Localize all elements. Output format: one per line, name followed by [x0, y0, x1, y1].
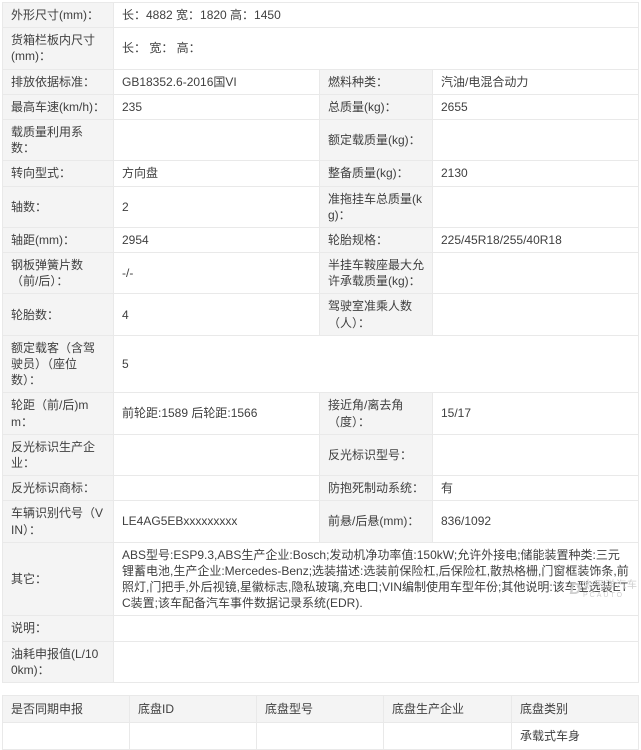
spec-label: 车辆识别代号（VIN）：	[2, 500, 114, 543]
spec-value	[432, 433, 639, 477]
spec-value: GB18352.6-2016国VI	[113, 68, 320, 95]
spec-value: 有	[432, 475, 639, 502]
chassis-column-header: 底盘生产企业	[383, 695, 512, 723]
spec-value: 836/1092	[432, 500, 639, 543]
spec-value	[113, 433, 320, 477]
watermark-subtext: PCAUTO	[583, 592, 625, 599]
pcauto-logo-icon: D	[569, 581, 581, 598]
spec-row: 外形尺寸(mm)： 长：4882 宽：1820 高：1450	[2, 1, 639, 29]
watermark-text: 太平洋汽车	[583, 580, 638, 591]
spec-label: 驾驶室准乘人数（人）：	[319, 293, 433, 336]
spec-label: 排放依据标准：	[2, 68, 114, 95]
spec-value: 长：4882 宽：1820 高：1450	[113, 1, 639, 29]
spec-label: 外形尺寸(mm)：	[2, 1, 114, 29]
chassis-table: 是否同期申报 底盘ID 底盘型号 底盘生产企业 底盘类别 承载式车身	[2, 695, 639, 750]
spec-value	[432, 118, 639, 162]
spec-label: 反光标识生产企业：	[2, 433, 114, 477]
chassis-data-row: 承载式车身	[2, 722, 639, 750]
spec-value	[113, 118, 320, 162]
chassis-column-header: 底盘型号	[256, 695, 384, 723]
spec-value	[113, 475, 320, 502]
spec-value: 2954	[113, 226, 320, 254]
spec-row: 轮胎数： 4 驾驶室准乘人数（人）：	[2, 293, 639, 336]
spec-label: 轴距(mm)：	[2, 226, 114, 254]
spec-value: 2	[113, 185, 320, 228]
spec-row: 货箱栏板内尺寸(mm)： 长： 宽： 高：	[2, 27, 639, 70]
spec-label: 轮胎规格：	[319, 226, 433, 254]
spec-label: 总质量(kg)：	[319, 93, 433, 120]
spec-row: 钢板弹簧片数（前/后）： -/- 半挂车鞍座最大允许承载质量(kg)：	[2, 252, 639, 295]
spec-label: 钢板弹簧片数（前/后）：	[2, 252, 114, 295]
spec-label: 反光标识商标：	[2, 475, 114, 502]
spec-value	[113, 615, 639, 642]
spec-label: 载质量利用系数：	[2, 118, 114, 162]
spec-label: 转向型式：	[2, 160, 114, 187]
spec-value	[432, 252, 639, 295]
chassis-cell	[129, 722, 257, 750]
spec-label: 反光标识型号：	[319, 433, 433, 477]
spec-row: 轴距(mm)： 2954 轮胎规格： 225/45R18/255/40R18	[2, 226, 639, 254]
chassis-column-header: 底盘类别	[511, 695, 639, 723]
spec-label: 半挂车鞍座最大允许承载质量(kg)：	[319, 252, 433, 295]
spec-value: 汽油/电混合动力	[432, 68, 639, 95]
spec-label: 准拖挂车总质量(kg)：	[319, 185, 433, 228]
spec-label: 接近角/离去角（度）：	[319, 392, 433, 435]
spec-label: 额定载客（含驾驶员）（座位数）：	[2, 334, 114, 394]
spec-value: 15/17	[432, 392, 639, 435]
spec-value	[432, 293, 639, 336]
spec-row: 轴数： 2 准拖挂车总质量(kg)：	[2, 185, 639, 228]
chassis-cell: 承载式车身	[511, 722, 639, 750]
spec-label: 轮距（前/后)mm：	[2, 392, 114, 435]
spec-label: 最高车速(km/h)：	[2, 93, 114, 120]
spec-label: 轮胎数：	[2, 293, 114, 336]
spec-row: 油耗申报值(L/100km)：	[2, 640, 639, 684]
spec-value: 2130	[432, 160, 639, 187]
spec-row: 额定载客（含驾驶员）（座位数）： 5	[2, 334, 639, 394]
spec-label: 整备质量(kg)：	[319, 160, 433, 187]
spec-row: 载质量利用系数： 额定载质量(kg)：	[2, 118, 639, 162]
spec-row: 说明：	[2, 615, 639, 642]
spec-label: 轴数：	[2, 185, 114, 228]
chassis-column-header: 是否同期申报	[2, 695, 130, 723]
chassis-column-header: 底盘ID	[129, 695, 257, 723]
vehicle-spec-table: 外形尺寸(mm)： 长：4882 宽：1820 高：1450 货箱栏板内尺寸(mm)…	[2, 1, 639, 684]
pcauto-watermark: D 太平洋汽车 PCAUTO	[569, 580, 638, 600]
spec-label: 说明：	[2, 615, 114, 642]
spec-row: 排放依据标准： GB18352.6-2016国VI 燃料种类： 汽油/电混合动力	[2, 68, 639, 95]
spec-value	[113, 640, 639, 684]
spec-value: LE4AG5EBxxxxxxxxx	[113, 500, 320, 543]
spec-value: 前轮距:1589 后轮距:1566	[113, 392, 320, 435]
spec-value: -/-	[113, 252, 320, 295]
spec-value: 225/45R18/255/40R18	[432, 226, 639, 254]
spec-label: 货箱栏板内尺寸(mm)：	[2, 27, 114, 70]
spec-value: 方向盘	[113, 160, 320, 187]
spec-value: 5	[113, 334, 639, 394]
spec-row: 反光标识生产企业： 反光标识型号：	[2, 433, 639, 477]
chassis-cell	[256, 722, 384, 750]
spec-row: 轮距（前/后)mm： 前轮距:1589 后轮距:1566 接近角/离去角（度）： 15…	[2, 392, 639, 435]
spec-label: 燃料种类：	[319, 68, 433, 95]
spec-label: 前悬/后悬(mm)：	[319, 500, 433, 543]
page: 外形尺寸(mm)： 长：4882 宽：1820 高：1450 货箱栏板内尺寸(mm)…	[0, 0, 641, 750]
spec-row: 转向型式： 方向盘 整备质量(kg)： 2130	[2, 160, 639, 187]
spec-value: 长： 宽： 高：	[113, 27, 639, 70]
chassis-cell	[383, 722, 512, 750]
spec-label: 油耗申报值(L/100km)：	[2, 640, 114, 684]
spec-row: 反光标识商标： 防抱死制动系统：有	[2, 475, 639, 502]
spec-value: 4	[113, 293, 320, 336]
spec-label: 额定载质量(kg)：	[319, 118, 433, 162]
spec-label: 防抱死制动系统：	[319, 475, 433, 502]
chassis-header-row: 是否同期申报 底盘ID 底盘型号 底盘生产企业 底盘类别	[2, 695, 639, 723]
spec-value	[432, 185, 639, 228]
vehicle-spec-table-body: 外形尺寸(mm)： 长：4882 宽：1820 高：1450 货箱栏板内尺寸(mm)…	[2, 1, 639, 684]
spec-value: 2655	[432, 93, 639, 120]
spec-row: 最高车速(km/h)： 235 总质量(kg)： 2655	[2, 93, 639, 120]
spec-value: 235	[113, 93, 320, 120]
chassis-cell	[2, 722, 130, 750]
spec-row: 车辆识别代号（VIN）： LE4AG5EBxxxxxxxxx 前悬/后悬(mm)： 8…	[2, 500, 639, 543]
